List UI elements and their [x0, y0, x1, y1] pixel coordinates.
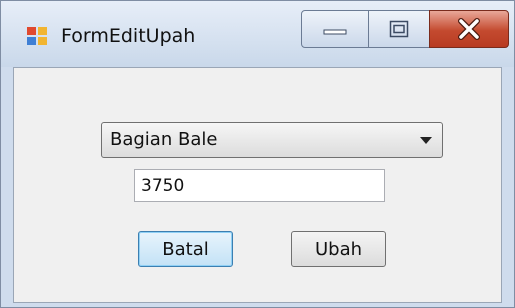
- minimize-button[interactable]: [301, 10, 369, 48]
- maximize-icon: [389, 20, 409, 38]
- maximize-button[interactable]: [368, 10, 430, 48]
- ubah-button[interactable]: Ubah: [291, 231, 386, 267]
- close-button[interactable]: [429, 10, 509, 48]
- bagian-selected-value: Bagian Bale: [110, 129, 218, 150]
- batal-button[interactable]: Batal: [138, 231, 233, 267]
- upah-value: 3750: [141, 176, 185, 196]
- dropdown-arrow-icon[interactable]: [420, 137, 432, 144]
- title-bar[interactable]: FormEditUpah: [1, 1, 514, 67]
- minimize-icon: [323, 29, 347, 35]
- app-icon: [27, 27, 47, 45]
- form-edit-upah-window: FormEditUpah Bagian Bale 3750 Batal Ubah: [0, 0, 515, 308]
- upah-textbox[interactable]: 3750: [134, 169, 385, 202]
- bagian-combobox[interactable]: Bagian Bale: [101, 122, 443, 158]
- window-title: FormEditUpah: [61, 25, 196, 47]
- close-icon: [458, 18, 480, 40]
